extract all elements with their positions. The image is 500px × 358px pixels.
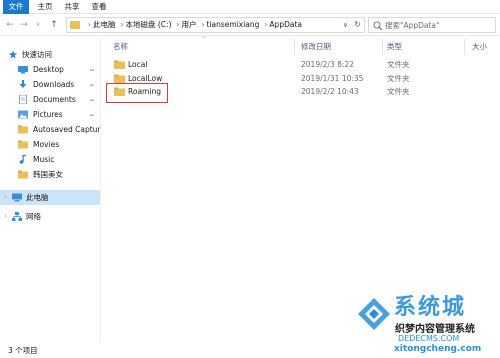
pin-icon: ⧢ xyxy=(90,65,94,73)
nav-network-label: 网络 xyxy=(26,212,41,221)
chevron-right-icon: › xyxy=(88,20,91,29)
nav-item-label: Movies xyxy=(33,140,60,149)
nav-item-desktop[interactable]: Desktop ⧢ xyxy=(0,62,100,77)
folder-icon xyxy=(18,125,28,134)
nav-quick-access-label: 快速访问 xyxy=(22,50,52,59)
breadcrumb: › 此电脑 › 本地磁盘 (C:) › 用户 › tiansemixiang › AppData xyxy=(85,18,304,32)
watermark-title: 系统城 xyxy=(394,295,467,320)
search-input[interactable] xyxy=(385,19,493,31)
nav-item-label: Downloads xyxy=(33,80,75,89)
highlight-box xyxy=(106,83,168,103)
nav-item-label: Documents xyxy=(33,95,76,104)
breadcrumb-local-disk[interactable]: 本地磁盘 (C:) xyxy=(126,20,172,29)
nav-item-label: Pictures xyxy=(33,110,63,119)
watermark-site: xitongcheng.com xyxy=(394,344,482,354)
folder-icon xyxy=(18,170,28,179)
sort-caret-icon: ⌃ xyxy=(201,36,207,43)
ribbon-tabs: 文件 主页 共享 查看 xyxy=(0,0,500,14)
tab-view[interactable]: 查看 xyxy=(88,0,110,14)
navigation-pane: 快速访问 Desktop ⧢ Downloads ⧢ Documents ⧢ P… xyxy=(0,37,101,343)
nav-this-pc-label: 此电脑 xyxy=(26,193,49,202)
file-date: 2019/2/2 10:43 xyxy=(301,87,359,96)
item-count: 3 个项目 xyxy=(8,346,38,355)
tab-file[interactable]: 文件 xyxy=(3,0,29,14)
file-name: Local xyxy=(128,60,148,69)
pin-icon: ⧢ xyxy=(90,95,94,103)
column-header-date[interactable]: 修改日期 xyxy=(301,41,331,53)
up-arrow-icon[interactable]: ↑ xyxy=(48,18,60,32)
refresh-icon[interactable]: ↻ xyxy=(354,18,361,32)
file-row-local[interactable]: Local 2019/2/3 8:22 文件夹 xyxy=(107,57,499,72)
recent-chevron-icon[interactable]: ∨ xyxy=(32,18,44,32)
pin-icon: ⧢ xyxy=(90,80,94,88)
back-arrow-icon[interactable]: ← xyxy=(4,18,16,32)
folder-icon xyxy=(18,140,28,149)
search-icon xyxy=(373,21,383,31)
nav-item-label: 韩国美女 xyxy=(33,170,63,179)
column-header-size[interactable]: 大小 xyxy=(472,41,487,53)
watermark-logo-icon xyxy=(358,298,390,330)
folder-icon xyxy=(114,74,125,83)
breadcrumb-user[interactable]: tiansemixiang xyxy=(207,20,260,29)
pin-icon: ⧢ xyxy=(90,110,94,118)
nav-item-label: Desktop xyxy=(33,65,64,74)
chevron-down-icon[interactable]: ∨ xyxy=(343,18,348,32)
star-icon xyxy=(8,50,18,59)
nav-this-pc[interactable]: › 此电脑 xyxy=(0,190,100,205)
navigation-bar: ← → ∨ ↑ › 此电脑 › 本地磁盘 (C:) › 用户 › tiansemixiang ›… xyxy=(0,14,500,36)
music-icon xyxy=(19,155,26,164)
nav-item-autosaved-capture[interactable]: Autosaved Capture xyxy=(0,122,100,137)
chevron-right-icon: › xyxy=(120,20,124,29)
network-icon xyxy=(12,212,22,221)
tab-share[interactable]: 共享 xyxy=(61,0,83,14)
file-type: 文件夹 xyxy=(387,60,410,69)
nav-item-pictures[interactable]: Pictures ⧢ xyxy=(0,107,100,122)
folder-icon xyxy=(70,21,80,29)
nav-item-korean-folder[interactable]: 韩国美女 xyxy=(0,167,100,182)
chevron-right-icon[interactable]: › xyxy=(4,209,7,224)
download-icon xyxy=(19,80,27,88)
nav-item-music[interactable]: Music xyxy=(0,152,100,167)
forward-arrow-icon[interactable]: → xyxy=(18,18,30,32)
address-bar[interactable]: › 此电脑 › 本地磁盘 (C:) › 用户 › tiansemixiang › AppData … xyxy=(66,17,365,33)
documents-icon xyxy=(19,95,27,104)
chevron-right-icon[interactable]: › xyxy=(4,190,7,205)
column-header-name[interactable]: 名称 xyxy=(113,41,128,53)
nav-item-documents[interactable]: Documents ⧢ xyxy=(0,92,100,107)
watermark-dede: DEDECMS.COM xyxy=(398,334,460,343)
chevron-right-icon: › xyxy=(176,20,180,29)
computer-icon xyxy=(12,193,22,202)
file-date: 2019/2/3 8:22 xyxy=(301,60,354,69)
nav-item-movies[interactable]: Movies xyxy=(0,137,100,152)
nav-quick-access[interactable]: 快速访问 xyxy=(0,47,100,62)
chevron-right-icon: › xyxy=(264,20,268,29)
nav-item-downloads[interactable]: Downloads ⧢ xyxy=(0,77,100,92)
breadcrumb-this-pc[interactable]: 此电脑 xyxy=(93,20,116,29)
breadcrumb-appdata[interactable]: AppData xyxy=(269,20,302,29)
watermark-cms: 织梦内容管理系统 xyxy=(395,324,475,335)
chevron-right-icon: › xyxy=(201,20,205,29)
file-type: 文件夹 xyxy=(387,87,410,96)
column-divider[interactable] xyxy=(464,39,465,55)
search-box[interactable] xyxy=(368,17,496,33)
column-divider[interactable] xyxy=(294,39,295,55)
column-divider[interactable] xyxy=(382,39,383,55)
nav-network[interactable]: › 网络 xyxy=(0,209,100,224)
pictures-icon xyxy=(18,110,28,119)
desktop-icon xyxy=(18,66,28,74)
folder-icon xyxy=(114,60,125,69)
nav-item-label: Music xyxy=(33,155,55,164)
nav-item-label: Autosaved Capture xyxy=(33,125,100,134)
column-header-type[interactable]: 类型 xyxy=(387,41,402,53)
breadcrumb-users[interactable]: 用户 xyxy=(182,20,197,29)
tab-home[interactable]: 主页 xyxy=(34,0,56,14)
